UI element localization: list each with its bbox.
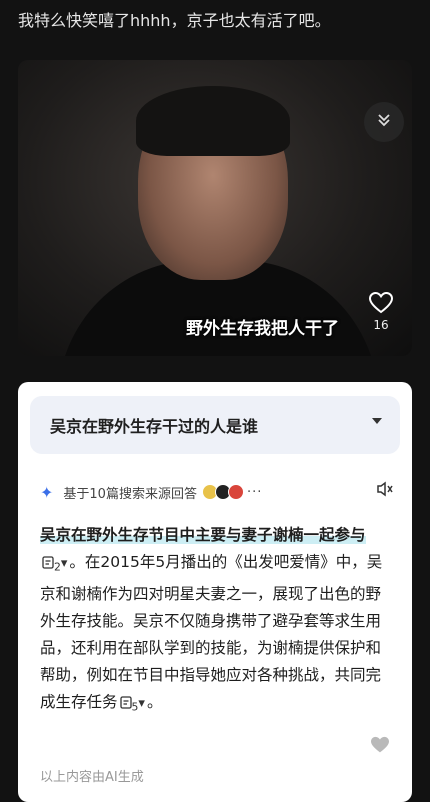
answer-end: 。 <box>146 692 163 711</box>
video-player[interactable]: 野外生存我把人干了 16 <box>18 60 412 356</box>
source-label: 基于10篇搜索来源回答 <box>63 486 197 502</box>
source-avatars <box>201 484 244 500</box>
ai-like-button[interactable] <box>370 736 390 758</box>
source-avatar-icon <box>227 484 244 500</box>
citation-button[interactable]: 2▾ <box>42 550 67 581</box>
ai-question-dropdown[interactable]: 吴京在野外生存干过的人是谁 <box>30 396 400 454</box>
ai-footer-note: 以上内容由AI生成 <box>40 770 144 785</box>
like-count: 16 <box>373 318 389 332</box>
citation-number: 2 <box>54 560 61 574</box>
answer-highlight: 吴京在野外生存节目中主要与妻子谢楠一起参与 <box>40 526 366 544</box>
more-icon: ··· <box>246 484 263 500</box>
chevron-double-down-icon <box>376 112 392 133</box>
video-subtitle: 野外生存我把人干了 <box>186 319 339 339</box>
ai-answer-card: 吴京在野外生存干过的人是谁 ✦ 基于10篇搜索来源回答 ··· 吴京在野外生存节… <box>18 382 412 802</box>
video-frame-hair <box>136 86 290 156</box>
sparkle-icon: ✦ <box>40 482 54 502</box>
citation-number: 5 <box>131 700 139 714</box>
ai-answer-text: 吴京在野外生存节目中主要与妻子谢楠一起参与 2▾ 。在2015年5月播出的《出发吧爱… <box>40 522 385 720</box>
like-button[interactable]: 16 <box>366 292 396 332</box>
ai-question-text: 吴京在野外生存干过的人是谁 <box>50 417 259 436</box>
post-caption: 我特么快笑嘻了hhhh，京子也太有活了吧。 <box>18 11 331 30</box>
mute-speaker-icon[interactable] <box>376 481 394 501</box>
citation-button[interactable]: 5▾ <box>119 690 145 721</box>
source-row[interactable]: ✦ 基于10篇搜索来源回答 ··· <box>40 480 400 504</box>
caret-down-icon <box>372 418 382 424</box>
answer-body: 。在2015年5月播出的《出发吧爱情》中，吴京和谢楠作为四对明星夫妻之一，展现了… <box>40 553 383 711</box>
heart-outline-icon <box>366 292 396 314</box>
collapse-button[interactable] <box>364 102 404 142</box>
